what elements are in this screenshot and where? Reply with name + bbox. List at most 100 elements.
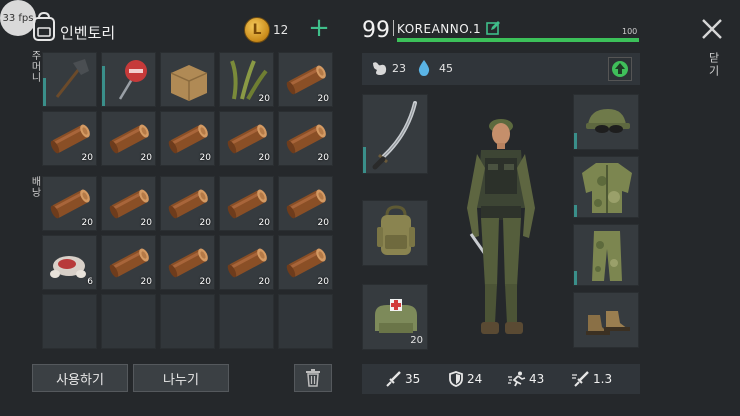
stomach-icon [373,62,387,75]
backpack-label: 배낭 [29,176,40,198]
medkit-slot[interactable]: 20 [362,284,428,350]
attack-speed-stat: 1.3 [572,371,612,387]
hp-max: 100 [622,27,638,36]
inventory-slot[interactable]: 20 [160,111,215,166]
fast-sword-icon [572,371,589,387]
speed-value: 43 [529,372,545,386]
durability-bar [574,133,577,149]
legs-slot[interactable] [573,224,639,286]
item-count: 20 [317,277,329,287]
inventory-slot[interactable]: 6 [42,235,97,290]
weapon-slot[interactable] [362,94,428,174]
speed-stat: 43 [508,371,544,387]
item-count: 20 [199,218,211,228]
inventory-slot[interactable]: 20 [278,235,333,290]
inventory-slot[interactable] [101,52,156,107]
combat-stats-bar: 35 24 43 1.3 [362,364,640,394]
item-count: 20 [81,218,93,228]
level-up-button[interactable] [608,57,632,81]
camo-pants-icon [592,231,622,281]
item-count: 20 [199,277,211,287]
inventory-slot[interactable]: 20 [160,235,215,290]
item-count: 20 [140,153,152,163]
durability-bar [574,271,577,285]
shield-icon [449,371,463,387]
close-icon[interactable] [699,16,725,42]
backpack-slot[interactable] [362,200,428,266]
durability-bar [43,78,46,106]
inventory-slot[interactable]: 20 [101,111,156,166]
item-count: 20 [317,218,329,228]
inventory-slot[interactable]: 20 [219,111,274,166]
player-name: KOREANNO.1 [397,22,482,36]
torso-slot[interactable] [573,156,639,218]
trash-icon [306,369,320,387]
inventory-slot[interactable]: 20 [219,176,274,231]
inventory-slot[interactable]: 20 [42,176,97,231]
camo-jacket-icon [582,163,632,213]
inventory-slot[interactable]: 20 [219,235,274,290]
pocket-label: 주머니 [29,50,40,83]
coin-icon: L [244,17,270,43]
inventory-slot[interactable] [42,52,97,107]
inventory-slot[interactable]: 20 [278,176,333,231]
inventory-slot[interactable]: 20 [278,52,333,107]
inventory-slot[interactable]: 20 [278,111,333,166]
item-count: 20 [81,153,93,163]
empty-inventory-slot[interactable] [219,294,274,349]
inventory-title: 인벤토리 [60,24,116,42]
inventory-slot[interactable]: 20 [219,52,274,107]
food-value: 23 [392,62,406,75]
coin-count: 12 [273,23,289,37]
feet-slot[interactable] [573,292,639,348]
character-model [467,119,535,334]
inventory-slot[interactable]: 20 [42,111,97,166]
water-drop-icon [418,60,430,76]
item-count: 20 [258,153,270,163]
inventory-slot[interactable]: 20 [101,235,156,290]
item-count: 20 [317,94,329,104]
item-count: 20 [199,153,211,163]
divider [393,20,394,36]
empty-inventory-slot[interactable] [101,294,156,349]
edit-name-icon[interactable] [486,21,500,35]
backpack-header-icon [33,12,55,41]
item-count: 20 [258,218,270,228]
split-button[interactable]: 나누기 [133,364,229,392]
sword-icon [386,371,401,387]
backpack-icon [377,205,415,255]
water-value: 45 [439,62,453,75]
item-count: 20 [258,277,270,287]
item-count: 6 [87,277,93,287]
hp-bar-fill [397,38,639,42]
boots-icon [586,311,630,335]
defense-stat: 24 [448,371,482,387]
inventory-slot[interactable]: 20 [160,176,215,231]
attack-value: 35 [405,372,421,386]
katana-icon [372,101,417,170]
item-count: 20 [140,277,152,287]
item-count: 20 [317,153,329,163]
durability-bar [363,147,366,173]
empty-inventory-slot[interactable] [278,294,333,349]
head-slot[interactable] [573,94,639,150]
survival-stats-bar: 23 45 [362,53,640,85]
trash-button[interactable] [294,364,332,392]
item-count: 20 [140,218,152,228]
durability-bar [102,66,105,106]
empty-inventory-slot[interactable] [42,294,97,349]
attack-stat: 35 [386,371,420,387]
close-label[interactable]: 닫기 [705,52,721,78]
item-count: 20 [258,94,270,104]
defense-value: 24 [467,372,483,386]
add-coins-button[interactable]: + [306,15,332,43]
empty-inventory-slot[interactable] [160,294,215,349]
inventory-slot[interactable] [160,52,215,107]
player-level: 99 [362,18,390,43]
running-icon [508,371,526,387]
medkit-count: 20 [410,335,423,346]
attack-speed-value: 1.3 [593,372,613,386]
use-button[interactable]: 사용하기 [32,364,128,392]
inventory-slot[interactable]: 20 [101,176,156,231]
military-cap-icon [586,109,630,133]
